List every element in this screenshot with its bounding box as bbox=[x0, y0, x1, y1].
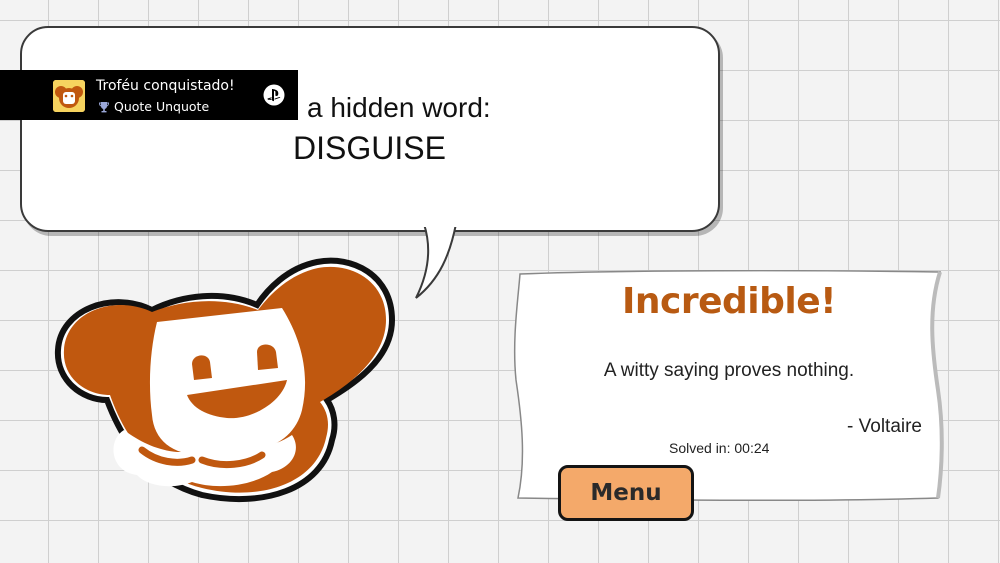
trophy-name: Quote Unquote bbox=[114, 99, 210, 114]
trophy-title: Troféu conquistado! bbox=[96, 78, 235, 94]
quote-text: A witty saying proves nothing. bbox=[603, 360, 855, 381]
hidden-word: DISGUISE bbox=[293, 130, 446, 166]
trophy-avatar bbox=[53, 80, 85, 112]
solved-time: Solved in: 00:24 bbox=[669, 440, 770, 456]
playstation-icon bbox=[263, 84, 285, 106]
hint-text: a hidden word: bbox=[307, 92, 491, 123]
trophy-notification: Troféu conquistado! Quote Unquote bbox=[0, 70, 298, 120]
quote-author: - Voltaire bbox=[847, 416, 922, 437]
result-title: Incredible! bbox=[621, 281, 837, 322]
menu-button[interactable]: Menu bbox=[558, 465, 694, 521]
trophy-icon bbox=[98, 101, 110, 112]
speech-bubble bbox=[20, 26, 720, 232]
dog-mascot bbox=[54, 257, 396, 503]
trophy-subtitle: Quote Unquote bbox=[98, 99, 209, 114]
speech-bubble-tail bbox=[415, 224, 458, 299]
